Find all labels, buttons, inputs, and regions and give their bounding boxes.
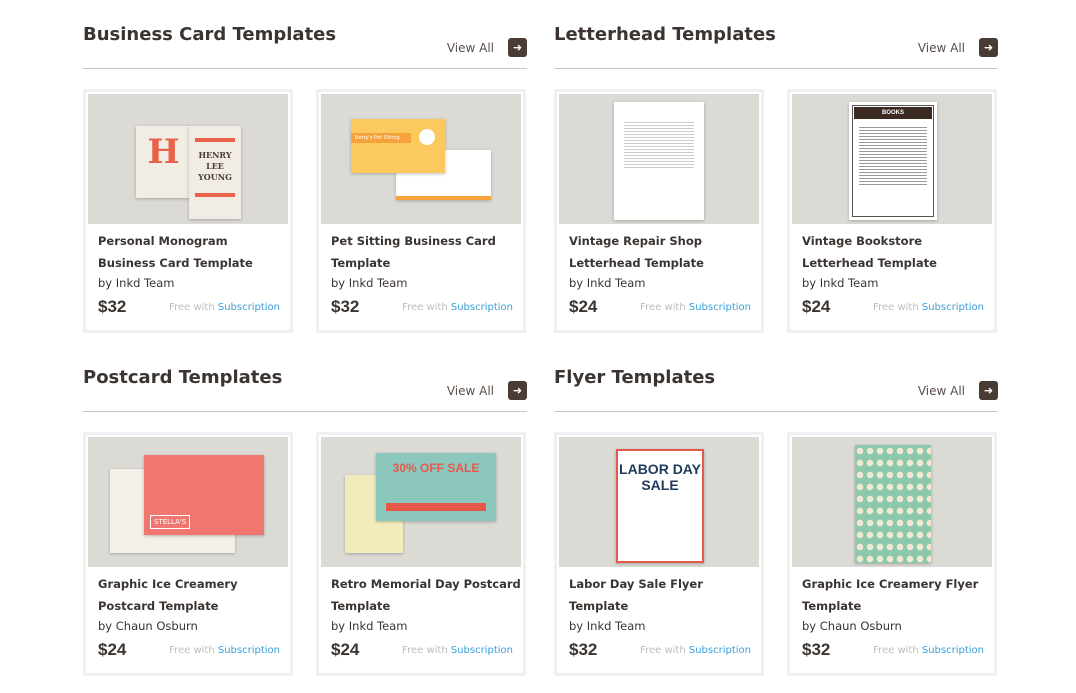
free-with-label: Free with xyxy=(169,302,215,313)
free-with-label: Free with xyxy=(402,645,448,656)
template-section: Business Card Templates View All ➜ H HENR… xyxy=(83,20,527,350)
subscription-link[interactable]: Subscription xyxy=(451,302,513,313)
view-all-label: View All xyxy=(446,40,494,55)
view-all-link[interactable]: View All ➜ xyxy=(447,38,527,57)
template-price: $32 xyxy=(802,640,831,659)
divider xyxy=(83,68,527,69)
template-title[interactable]: Personal Monogram Business Card Template xyxy=(98,230,288,274)
template-author: by Chaun Osburn xyxy=(98,619,198,633)
free-with-subscription: Free with Subscription xyxy=(873,645,984,656)
thumb-text: Berty's Pet Sitting xyxy=(351,133,411,143)
template-section: Letterhead Templates View All ➜ Vintage R… xyxy=(554,20,998,350)
template-price: $32 xyxy=(98,297,127,316)
free-with-label: Free with xyxy=(873,645,919,656)
subscription-link[interactable]: Subscription xyxy=(922,645,984,656)
template-thumbnail[interactable]: 30% OFF SALE xyxy=(321,437,521,567)
template-thumbnail[interactable]: BOOKS xyxy=(792,94,992,224)
template-title[interactable]: Graphic Ice Creamery Flyer Template xyxy=(802,573,992,617)
subscription-link[interactable]: Subscription xyxy=(451,645,513,656)
template-thumbnail[interactable] xyxy=(792,437,992,567)
thumb-text: HENRY LEE YOUNG xyxy=(198,150,232,182)
template-card[interactable]: Graphic Ice Creamery Flyer Template by C… xyxy=(787,432,997,676)
template-section: Flyer Templates View All ➜ LABOR DAY SALE… xyxy=(554,363,998,693)
template-card[interactable]: STELLA'S Graphic Ice Creamery Postcard T… xyxy=(83,432,293,676)
section-title: Flyer Templates xyxy=(554,367,716,388)
template-card[interactable]: LABOR DAY SALE Labor Day Sale Flyer Temp… xyxy=(554,432,764,676)
free-with-subscription: Free with Subscription xyxy=(169,302,280,313)
free-with-label: Free with xyxy=(640,302,686,313)
free-with-subscription: Free with Subscription xyxy=(402,645,513,656)
view-all-label: View All xyxy=(917,40,965,55)
template-title[interactable]: Labor Day Sale Flyer Template xyxy=(569,573,759,617)
free-with-subscription: Free with Subscription xyxy=(640,302,751,313)
template-section: Postcard Templates View All ➜ STELLA'S Gr… xyxy=(83,363,527,693)
template-thumbnail[interactable]: LABOR DAY SALE xyxy=(559,437,759,567)
section-title: Business Card Templates xyxy=(83,24,337,45)
free-with-label: Free with xyxy=(402,302,448,313)
template-thumbnail[interactable] xyxy=(559,94,759,224)
template-thumbnail[interactable]: H HENRY LEE YOUNG xyxy=(88,94,288,224)
free-with-label: Free with xyxy=(640,645,686,656)
divider xyxy=(83,411,527,412)
template-author: by Inkd Team xyxy=(569,276,646,290)
template-card[interactable]: Berty's Pet Sitting Pet Sitting Business… xyxy=(316,89,526,333)
template-price: $32 xyxy=(569,640,598,659)
thumb-text: STELLA'S xyxy=(150,515,191,529)
view-all-label: View All xyxy=(446,383,494,398)
subscription-link[interactable]: Subscription xyxy=(689,645,751,656)
free-with-subscription: Free with Subscription xyxy=(169,645,280,656)
thumb-text: 30% OFF SALE xyxy=(392,461,480,475)
template-thumbnail[interactable]: Berty's Pet Sitting xyxy=(321,94,521,224)
free-with-label: Free with xyxy=(169,645,215,656)
template-price: $24 xyxy=(331,640,360,659)
template-author: by Inkd Team xyxy=(802,276,879,290)
view-all-link[interactable]: View All ➜ xyxy=(918,38,998,57)
template-card[interactable]: 30% OFF SALE Retro Memorial Day Postcard… xyxy=(316,432,526,676)
template-author: by Inkd Team xyxy=(569,619,646,633)
template-title[interactable]: Vintage Repair Shop Letterhead Template xyxy=(569,230,759,274)
template-author: by Inkd Team xyxy=(331,276,408,290)
template-price: $24 xyxy=(802,297,831,316)
template-price: $32 xyxy=(331,297,360,316)
view-all-link[interactable]: View All ➜ xyxy=(447,381,527,400)
section-title: Letterhead Templates xyxy=(554,24,776,45)
template-author: by Chaun Osburn xyxy=(802,619,902,633)
subscription-link[interactable]: Subscription xyxy=(922,302,984,313)
template-title[interactable]: Retro Memorial Day Postcard Template xyxy=(331,573,521,617)
template-card[interactable]: BOOKS Vintage Bookstore Letterhead Templ… xyxy=(787,89,997,333)
thumb-text: LABOR DAY SALE xyxy=(619,461,701,493)
template-title[interactable]: Pet Sitting Business Card Template xyxy=(331,230,521,274)
section-title: Postcard Templates xyxy=(83,367,283,388)
template-thumbnail[interactable]: STELLA'S xyxy=(88,437,288,567)
template-card[interactable]: Vintage Repair Shop Letterhead Template … xyxy=(554,89,764,333)
free-with-subscription: Free with Subscription xyxy=(402,302,513,313)
template-title[interactable]: Vintage Bookstore Letterhead Template xyxy=(802,230,992,274)
arrow-right-icon[interactable]: ➜ xyxy=(508,38,527,57)
template-card[interactable]: H HENRY LEE YOUNG Personal Monogram Busi… xyxy=(83,89,293,333)
divider xyxy=(554,68,998,69)
subscription-link[interactable]: Subscription xyxy=(218,302,280,313)
template-author: by Inkd Team xyxy=(331,619,408,633)
template-title[interactable]: Graphic Ice Creamery Postcard Template xyxy=(98,573,288,617)
template-price: $24 xyxy=(98,640,127,659)
view-all-link[interactable]: View All ➜ xyxy=(918,381,998,400)
free-with-label: Free with xyxy=(873,302,919,313)
thumb-text: BOOKS xyxy=(854,107,932,119)
view-all-label: View All xyxy=(917,383,965,398)
divider xyxy=(554,411,998,412)
template-author: by Inkd Team xyxy=(98,276,175,290)
arrow-right-icon[interactable]: ➜ xyxy=(979,381,998,400)
subscription-link[interactable]: Subscription xyxy=(689,302,751,313)
free-with-subscription: Free with Subscription xyxy=(873,302,984,313)
arrow-right-icon[interactable]: ➜ xyxy=(979,38,998,57)
template-price: $24 xyxy=(569,297,598,316)
free-with-subscription: Free with Subscription xyxy=(640,645,751,656)
arrow-right-icon[interactable]: ➜ xyxy=(508,381,527,400)
subscription-link[interactable]: Subscription xyxy=(218,645,280,656)
